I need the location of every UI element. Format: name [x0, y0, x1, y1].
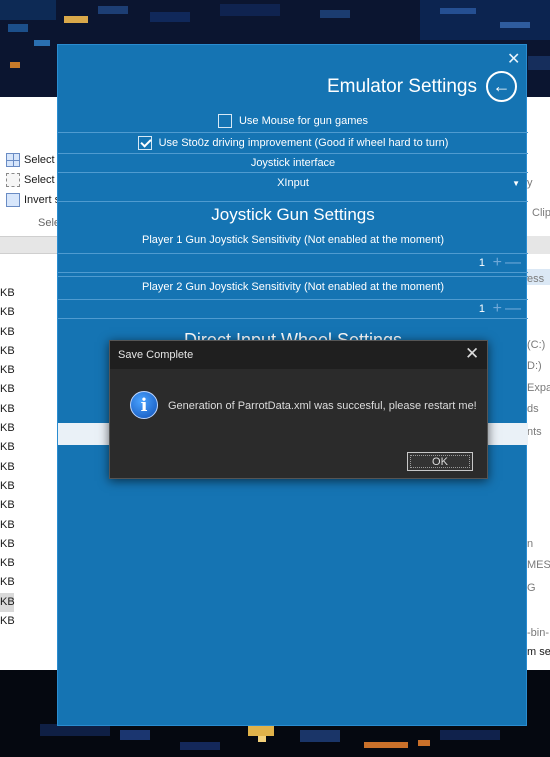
- ribbon-select-none: Select n: [6, 172, 64, 188]
- back-button[interactable]: ←: [486, 71, 517, 102]
- use-mouse-checkbox[interactable]: [217, 114, 232, 128]
- p2-sensitivity-value: 1: [478, 303, 485, 315]
- driving-improvement-label: Use Sto0z driving improvement (Good if w…: [158, 137, 449, 149]
- right-label: n: [527, 538, 534, 550]
- file-size-cell: KB: [0, 537, 15, 550]
- minus-icon[interactable]: —: [505, 255, 521, 271]
- gun-settings-heading: Joystick Gun Settings: [58, 201, 528, 225]
- ok-button[interactable]: OK: [407, 452, 473, 471]
- p1-sensitivity-text: Player 1 Gun Joystick Sensitivity (Not e…: [141, 234, 445, 246]
- joystick-interface-label: Joystick interface: [58, 153, 528, 172]
- driving-improvement-option[interactable]: Use Sto0z driving improvement (Good if w…: [58, 132, 528, 153]
- use-mouse-option[interactable]: Use Mouse for gun games: [58, 111, 528, 131]
- ribbon-label: Invert s: [24, 194, 61, 206]
- right-label: D:): [527, 360, 542, 372]
- p2-sensitivity-stepper[interactable]: 1 + —: [58, 299, 528, 319]
- right-label: nts: [527, 426, 542, 438]
- file-size-cell: KB: [0, 479, 15, 492]
- file-size-cell: KB: [0, 557, 15, 570]
- file-size-cell: KB: [0, 499, 15, 512]
- file-size-cell: KB: [0, 383, 15, 396]
- invert-selection-icon: [6, 193, 20, 207]
- file-size-cell: KB: [0, 402, 15, 415]
- ribbon-invert-selection: Invert s: [6, 192, 60, 208]
- right-label: (C:): [527, 339, 546, 351]
- p2-sensitivity-text: Player 2 Gun Joystick Sensitivity (Not e…: [141, 281, 445, 293]
- file-size-cell: KB: [0, 615, 15, 628]
- dialog-message: Generation of ParrotData.xml was succesf…: [168, 400, 477, 412]
- plus-icon[interactable]: +: [493, 301, 502, 317]
- file-size-cell: KB: [0, 422, 15, 435]
- file-size-cell: KB: [0, 518, 15, 531]
- file-size-cell: KB: [0, 576, 15, 589]
- joystick-interface-text: Joystick interface: [250, 157, 336, 169]
- ribbon-select-all: Select a: [6, 152, 64, 168]
- back-arrow-icon: ←: [492, 76, 511, 96]
- plus-icon[interactable]: +: [493, 255, 502, 271]
- p1-sensitivity-label: Player 1 Gun Joystick Sensitivity (Not e…: [58, 229, 528, 251]
- right-label: -bin-: [527, 627, 550, 639]
- right-label: Clip: [532, 207, 550, 219]
- dialog-title: Save Complete: [118, 349, 194, 361]
- file-size-cell: KB: [0, 325, 15, 338]
- chevron-down-icon: ▼: [512, 178, 520, 188]
- select-none-icon: [6, 173, 20, 187]
- p2-sensitivity-label: Player 2 Gun Joystick Sensitivity (Not e…: [58, 276, 528, 297]
- select-all-icon: [6, 153, 20, 167]
- right-label: ess: [527, 273, 545, 285]
- right-label: MES: [527, 559, 550, 571]
- file-size-cell: KB: [0, 364, 15, 377]
- file-size-cell: KB: [0, 441, 15, 454]
- window-close-button[interactable]: ✕: [507, 49, 520, 69]
- explorer-address-strip: [0, 236, 57, 254]
- window-title: Emulator Settings: [327, 76, 477, 97]
- p1-sensitivity-value: 1: [478, 257, 485, 269]
- background-file-explorer-left: Select a Select n Invert s Sele KB KB KB KB…: [0, 97, 64, 670]
- use-mouse-label: Use Mouse for gun games: [238, 115, 368, 127]
- background-file-explorer-right: y Clip ess (C:) D:) Expa ds nts n MES G …: [527, 97, 550, 670]
- dialog-close-button[interactable]: ✕: [465, 344, 479, 364]
- right-label: m se: [527, 646, 550, 658]
- right-label: Expa: [527, 382, 550, 394]
- right-label: ds: [527, 403, 539, 415]
- file-size-cell: KB: [0, 306, 15, 319]
- file-size-column: KB KB KB KB KB KB KB KB KB KB KB KB KB KB KB KB KB KB: [0, 284, 57, 631]
- driving-improvement-checkbox[interactable]: [137, 136, 152, 150]
- file-size-cell: KB: [0, 287, 15, 299]
- joystick-interface-select[interactable]: XInput ▼: [58, 172, 528, 193]
- save-complete-dialog: Save Complete ✕ i Generation of ParrotDa…: [109, 340, 488, 479]
- p1-sensitivity-stepper[interactable]: 1 + —: [58, 253, 528, 273]
- file-size-cell: KB: [0, 344, 15, 357]
- dialog-titlebar: Save Complete ✕: [110, 341, 487, 369]
- file-size-cell: KB: [0, 460, 15, 473]
- joystick-interface-value: XInput: [277, 177, 309, 189]
- right-label: G: [527, 582, 536, 594]
- file-size-cell: KB: [0, 592, 15, 613]
- info-icon: i: [130, 391, 158, 419]
- ok-button-label: OK: [432, 455, 448, 468]
- minus-icon[interactable]: —: [505, 301, 521, 317]
